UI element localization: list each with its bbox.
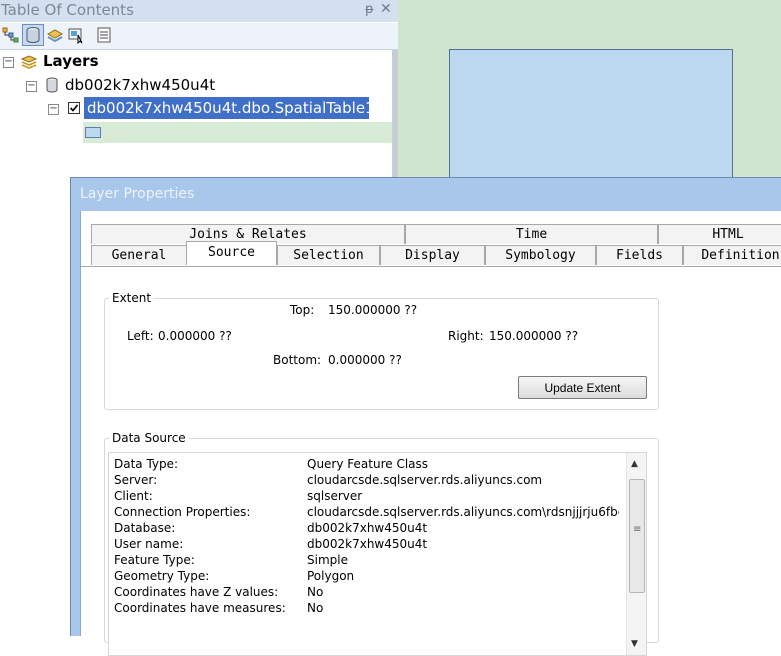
- options-icon[interactable]: [94, 25, 114, 45]
- data-source-value: cloudarcsde.sqlserver.rds.aliyuncs.com: [307, 473, 543, 487]
- polygon-symbol-icon: [85, 127, 101, 138]
- data-source-value: db002k7xhw450u4t: [307, 537, 428, 551]
- layers-root-label[interactable]: Layers: [43, 52, 99, 70]
- layer-properties-dialog: Layer Properties Joins & Relates Time HT…: [70, 177, 781, 656]
- toc-toolbar: [0, 23, 398, 50]
- data-source-value: No: [307, 601, 324, 615]
- data-source-row: Coordinates have Z values: No: [114, 585, 619, 601]
- tab-general[interactable]: General: [91, 245, 187, 265]
- data-source-row: Feature Type: Simple: [114, 553, 619, 569]
- dialog-title: Layer Properties: [80, 186, 195, 202]
- toc-title: Table Of Contents: [1, 1, 134, 19]
- data-source-row: User name: db002k7xhw450u4t: [114, 537, 619, 553]
- data-source-key: User name:: [114, 537, 184, 551]
- checkmark-icon: [69, 104, 79, 112]
- extent-bottom-value: 0.000000 ??: [328, 353, 402, 367]
- layer-label[interactable]: db002k7xhw450u4t.dbo.SpatialTable1: [87, 99, 375, 117]
- tab-symbology[interactable]: Symbology: [485, 245, 596, 265]
- update-extent-button[interactable]: Update Extent: [518, 376, 647, 399]
- data-source-value: db002k7xhw450u4t: [307, 521, 428, 535]
- layers-group-icon: [20, 53, 38, 74]
- extent-left-label: Left:: [127, 329, 154, 343]
- extent-legend: Extent: [112, 291, 152, 305]
- pin-icon[interactable]: ᵽ: [365, 2, 374, 17]
- list-by-drawing-order-icon[interactable]: [1, 25, 21, 45]
- data-source-value: No: [307, 585, 324, 599]
- layer-expander-icon[interactable]: −: [48, 104, 59, 115]
- data-source-key: Feature Type:: [114, 553, 195, 567]
- data-source-key: Coordinates have Z values:: [114, 585, 279, 599]
- data-source-row: Geometry Type: Polygon: [114, 569, 619, 585]
- data-source-key: Client:: [114, 489, 153, 503]
- data-source-key: Server:: [114, 473, 158, 487]
- tab-display[interactable]: Display: [380, 245, 485, 265]
- list-by-selection-icon[interactable]: [66, 25, 86, 45]
- list-by-visibility-icon[interactable]: [45, 25, 65, 45]
- database-label[interactable]: db002k7xhw450u4t: [65, 76, 215, 94]
- close-icon[interactable]: ✕: [380, 1, 392, 17]
- extent-top-label: Top:: [290, 303, 315, 317]
- extent-right-label: Right:: [448, 329, 484, 343]
- data-source-key: Connection Properties:: [114, 505, 251, 519]
- data-source-row: Data Type: Query Feature Class: [114, 457, 619, 473]
- extent-top-value: 150.000000 ??: [328, 303, 418, 317]
- data-source-row: Server: cloudarcsde.sqlserver.rds.aliyunc…: [114, 473, 619, 489]
- data-source-key: Geometry Type:: [114, 569, 210, 583]
- extent-left-value: 0.000000 ??: [158, 329, 232, 343]
- data-source-key: Coordinates have measures:: [114, 601, 286, 615]
- data-source-value: Query Feature Class: [307, 457, 429, 471]
- data-source-row: Connection Properties: cloudarcsde.sqlser…: [114, 505, 619, 521]
- data-source-row: Database: db002k7xhw450u4t: [114, 521, 619, 537]
- tab-time[interactable]: Time: [405, 224, 658, 244]
- tab-selection[interactable]: Selection: [277, 245, 380, 265]
- data-source-value: sqlserver: [307, 489, 363, 503]
- tab-html[interactable]: HTML: [658, 224, 781, 244]
- tab-fields[interactable]: Fields: [596, 245, 683, 265]
- data-source-value: Polygon: [307, 569, 355, 583]
- extent-right-value: 150.000000 ??: [489, 329, 579, 343]
- data-source-key: Data Type:: [114, 457, 179, 471]
- data-source-row: Coordinates have measures: No: [114, 601, 619, 617]
- data-source-textbox[interactable]: Data Type: Query Feature Class Server: clou…: [108, 452, 647, 656]
- database-icon: [45, 77, 59, 96]
- scroll-thumb[interactable]: ≡: [629, 479, 645, 593]
- layer-visibility-checkbox[interactable]: [68, 102, 80, 114]
- data-source-value: Simple: [307, 553, 348, 567]
- data-source-value: cloudarcsde.sqlserver.rds.aliyuncs.com\r…: [307, 505, 619, 519]
- grip-icon: ≡: [633, 524, 642, 535]
- layers-expander-icon[interactable]: −: [3, 57, 14, 68]
- data-source-legend: Data Source: [112, 431, 186, 445]
- extent-bottom-label: Bottom:: [273, 353, 322, 367]
- data-source-row: Client: sqlserver: [114, 489, 619, 505]
- source-tab-panel: Extent Top: 150.000000 ?? Left: 0.000000…: [81, 266, 781, 656]
- list-by-source-icon[interactable]: [22, 24, 44, 46]
- scroll-up-icon[interactable]: ▲: [631, 459, 638, 469]
- database-expander-icon[interactable]: −: [26, 81, 37, 92]
- toc-title-bar: Table Of Contents ᵽ ✕: [0, 0, 398, 22]
- data-source-key: Database:: [114, 521, 176, 535]
- scroll-down-icon[interactable]: ▼: [631, 639, 638, 649]
- layer-legend-row[interactable]: [83, 122, 392, 143]
- tab-definition[interactable]: Definition: [683, 245, 781, 265]
- tab-source[interactable]: Source: [186, 241, 277, 265]
- dialog-body: Joins & Relates Time HTML General Source…: [80, 211, 781, 656]
- data-source-scrollbar[interactable]: ▲ ≡ ▼: [626, 453, 646, 655]
